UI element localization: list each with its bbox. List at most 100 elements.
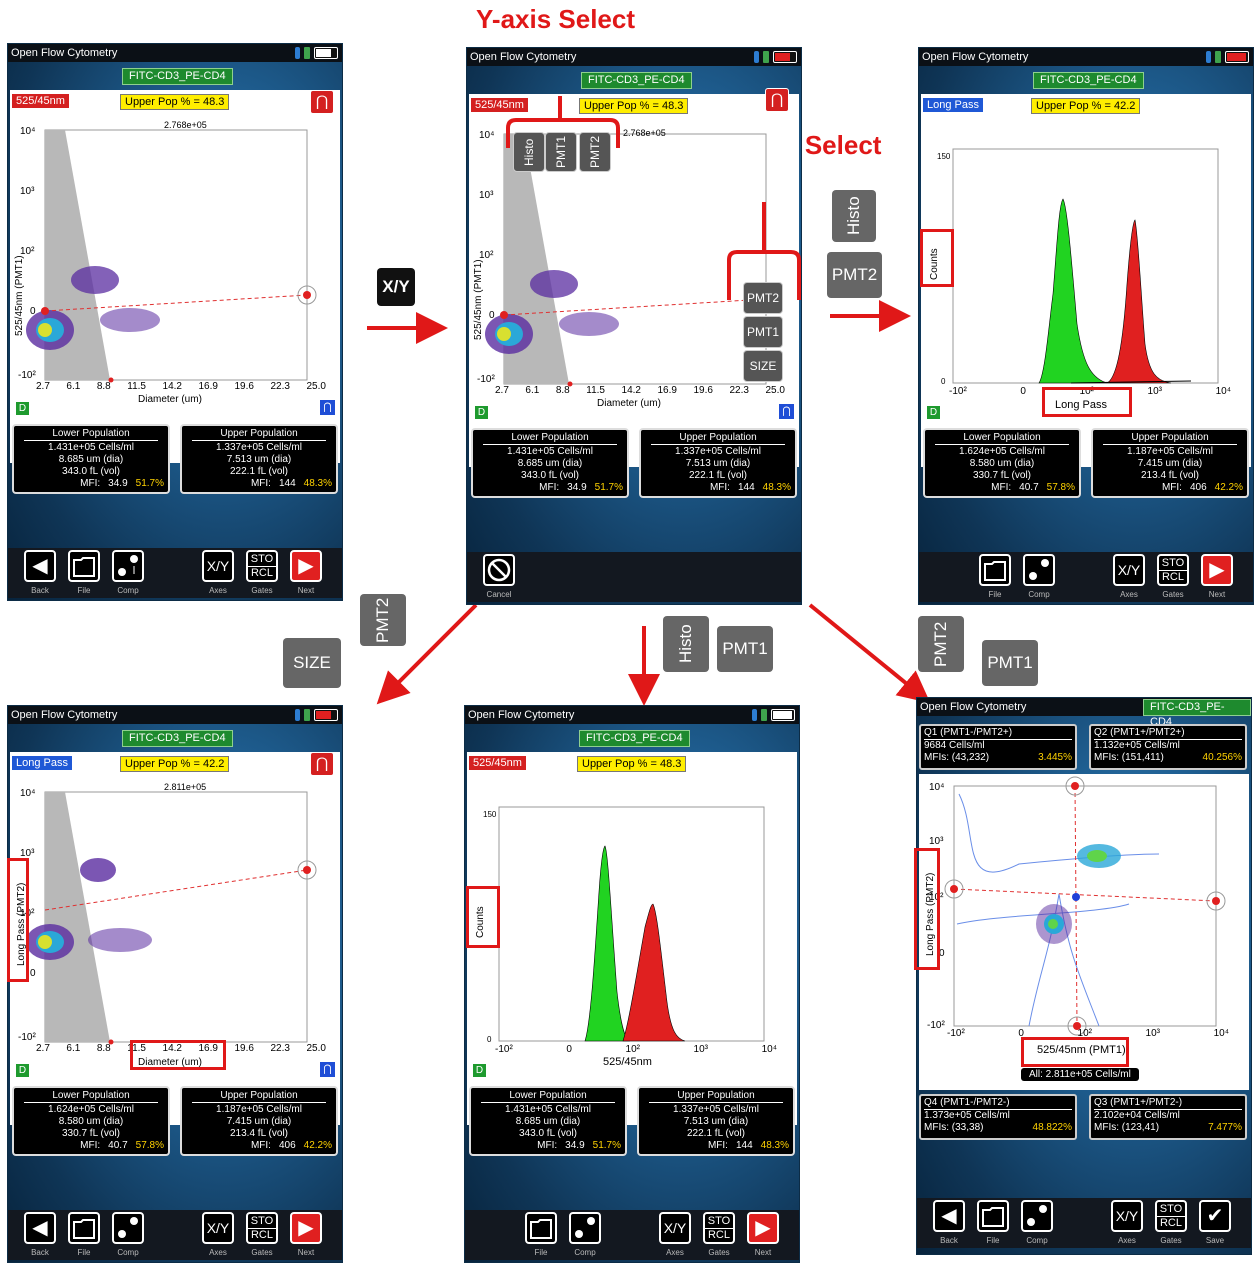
back-button[interactable]: ◀ xyxy=(933,1200,965,1232)
gates-label: Gates xyxy=(708,1248,730,1257)
d-badge[interactable]: D xyxy=(927,406,940,419)
rcl-label: RCL xyxy=(707,1229,730,1241)
save-button[interactable]: ✔ xyxy=(1199,1200,1231,1232)
all-count-label: All: 2.811e+05 Cells/ml xyxy=(1021,1068,1139,1081)
stat-dia: 8.580 um (dia) xyxy=(58,1116,124,1127)
stat-mfi: MFI: 406 42.2% xyxy=(1161,482,1243,493)
comp-button[interactable] xyxy=(112,1212,144,1244)
lower-population-box: Lower Population 1.624e+05 Cells/ml 8.58… xyxy=(923,428,1081,498)
lower-population-box: Lower Population 1.624e+05 Cells/ml 8.58… xyxy=(12,1086,170,1156)
stat-title: Lower Population xyxy=(481,1090,615,1103)
usb-icon xyxy=(304,708,310,721)
axes-button[interactable]: X/Y xyxy=(1113,554,1145,586)
quad-title: Q3 (PMT1+/PMT2-) xyxy=(1094,1097,1242,1110)
xtick: -10² xyxy=(949,386,967,397)
y-label-highlight xyxy=(914,848,940,970)
xtick: 0 xyxy=(566,1044,572,1055)
y-max-tick: 150 xyxy=(483,810,497,819)
quad-mfis: MFIs: (151,411) xyxy=(1094,752,1164,763)
title-bar: Open Flow Cytometry xyxy=(919,48,1253,66)
stat-title: Upper Population xyxy=(192,1090,326,1103)
gates-button[interactable]: STO RCL xyxy=(1155,1200,1187,1232)
app-title: Open Flow Cytometry xyxy=(920,701,1027,713)
rcl-label: RCL xyxy=(1161,571,1184,583)
xtick: 2.7 xyxy=(36,1043,50,1054)
axes-label: Axes xyxy=(666,1248,684,1257)
histogram-plot xyxy=(498,806,765,1042)
file-button[interactable] xyxy=(68,1212,100,1244)
ytick: 10⁴ xyxy=(929,782,945,793)
x-axis-label[interactable]: 525/45nm xyxy=(603,1056,652,1068)
next-button[interactable]: ▶ xyxy=(290,1212,322,1244)
comp-button[interactable] xyxy=(569,1212,601,1244)
xtick: 10⁴ xyxy=(761,1044,777,1055)
x-label-highlight xyxy=(1021,1037,1129,1067)
quad-cells: 1.132e+05 Cells/ml xyxy=(1094,740,1180,751)
screen-3: Open Flow Cytometry FITC-CD3_PE-CD4 Long… xyxy=(918,47,1254,605)
gates-button[interactable]: STO RCL xyxy=(1157,554,1189,586)
axes-button[interactable]: X/Y xyxy=(1111,1200,1143,1232)
next-button[interactable]: ▶ xyxy=(1201,554,1233,586)
file-label: File xyxy=(988,590,1002,599)
d-badge[interactable]: D xyxy=(16,1064,29,1077)
gate-value: 2.811e+05 xyxy=(164,782,207,792)
save-label: Save xyxy=(1205,1236,1225,1245)
axes-button[interactable]: X/Y xyxy=(659,1212,691,1244)
bluetooth-icon xyxy=(295,708,300,721)
folder-icon xyxy=(530,1219,552,1239)
stat-dia: 8.685 um (dia) xyxy=(515,1116,581,1127)
rcl-label: RCL xyxy=(1159,1217,1182,1229)
comp-button[interactable] xyxy=(1021,1200,1053,1232)
xtick: 25.0 xyxy=(306,1043,326,1054)
title-bar: Open Flow Cytometry xyxy=(8,706,342,724)
screen-5: Open Flow Cytometry FITC-CD3_PE-CD4 525/… xyxy=(464,705,800,1263)
quad-title: Q4 (PMT1-/PMT2-) xyxy=(924,1097,1072,1110)
file-label: File xyxy=(986,1236,1000,1245)
next-label: Next xyxy=(1208,590,1226,599)
xtick: 19.6 xyxy=(234,1043,254,1054)
stat-mfi: MFI: 144 48.3% xyxy=(707,1140,789,1151)
comp-icon xyxy=(575,1217,595,1238)
file-button[interactable] xyxy=(977,1200,1009,1232)
axes-button[interactable]: X/Y xyxy=(202,1212,234,1244)
sample-name: FITC-CD3_PE-CD4 xyxy=(579,730,690,747)
ytick: -10² xyxy=(18,1032,36,1043)
stat-cells: 1.624e+05 Cells/ml xyxy=(48,1104,134,1115)
stat-title: Lower Population xyxy=(935,432,1069,445)
file-label: File xyxy=(77,1248,91,1257)
axes-label: Axes xyxy=(1120,590,1138,599)
folder-icon xyxy=(984,561,1006,581)
quad-mfis: MFIs: (43,232) xyxy=(924,752,990,763)
quad-mfis: MFIs: (123,41) xyxy=(1094,1122,1160,1133)
xtick: -10² xyxy=(947,1028,965,1039)
gates-label: Gates xyxy=(1162,590,1184,599)
sample-name: FITC-CD3_PE-CD4 xyxy=(122,730,233,747)
stat-title: Lower Population xyxy=(24,1090,158,1103)
shape-icon[interactable]: ⋂ xyxy=(320,1062,335,1077)
d-badge[interactable]: D xyxy=(473,1064,486,1077)
file-button[interactable] xyxy=(525,1212,557,1244)
x-label-highlight xyxy=(130,1040,226,1070)
comp-button[interactable] xyxy=(1023,554,1055,586)
q2-box: Q2 (PMT1+/PMT2+) 1.132e+05 Cells/ml MFIs… xyxy=(1089,724,1247,770)
stat-vol: 222.1 fL (vol) xyxy=(687,1128,745,1139)
sto-label: STO xyxy=(1157,1203,1185,1217)
y-label-highlight xyxy=(7,858,29,982)
quad-mfis: MFIs: (33,38) xyxy=(924,1122,984,1133)
xtick: 8.8 xyxy=(96,1043,111,1054)
back-button[interactable]: ◀ xyxy=(24,1212,56,1244)
gates-button[interactable]: STO RCL xyxy=(246,1212,278,1244)
file-label: File xyxy=(534,1248,548,1257)
toolbar: File Comp X/Y Axes STO RCL Gates ▶ Next xyxy=(465,1210,799,1260)
next-button[interactable]: ▶ xyxy=(747,1212,779,1244)
file-button[interactable] xyxy=(979,554,1011,586)
quad-pct: 48.822% xyxy=(1032,1122,1072,1133)
ytick: 10⁴ xyxy=(20,788,36,799)
gates-label: Gates xyxy=(251,1248,273,1257)
gates-button[interactable]: STO RCL xyxy=(703,1212,735,1244)
sample-name: FITC-CD3_PE-CD4 xyxy=(1033,72,1144,89)
stat-title: Upper Population xyxy=(649,1090,783,1103)
stat-title: Upper Population xyxy=(1103,432,1237,445)
screen-4: Open Flow Cytometry FITC-CD3_PE-CD4 Long… xyxy=(7,705,343,1263)
toolbar: ◀ Back File Comp X/Y Axes STO RCL Gates ✔… xyxy=(917,1198,1251,1248)
